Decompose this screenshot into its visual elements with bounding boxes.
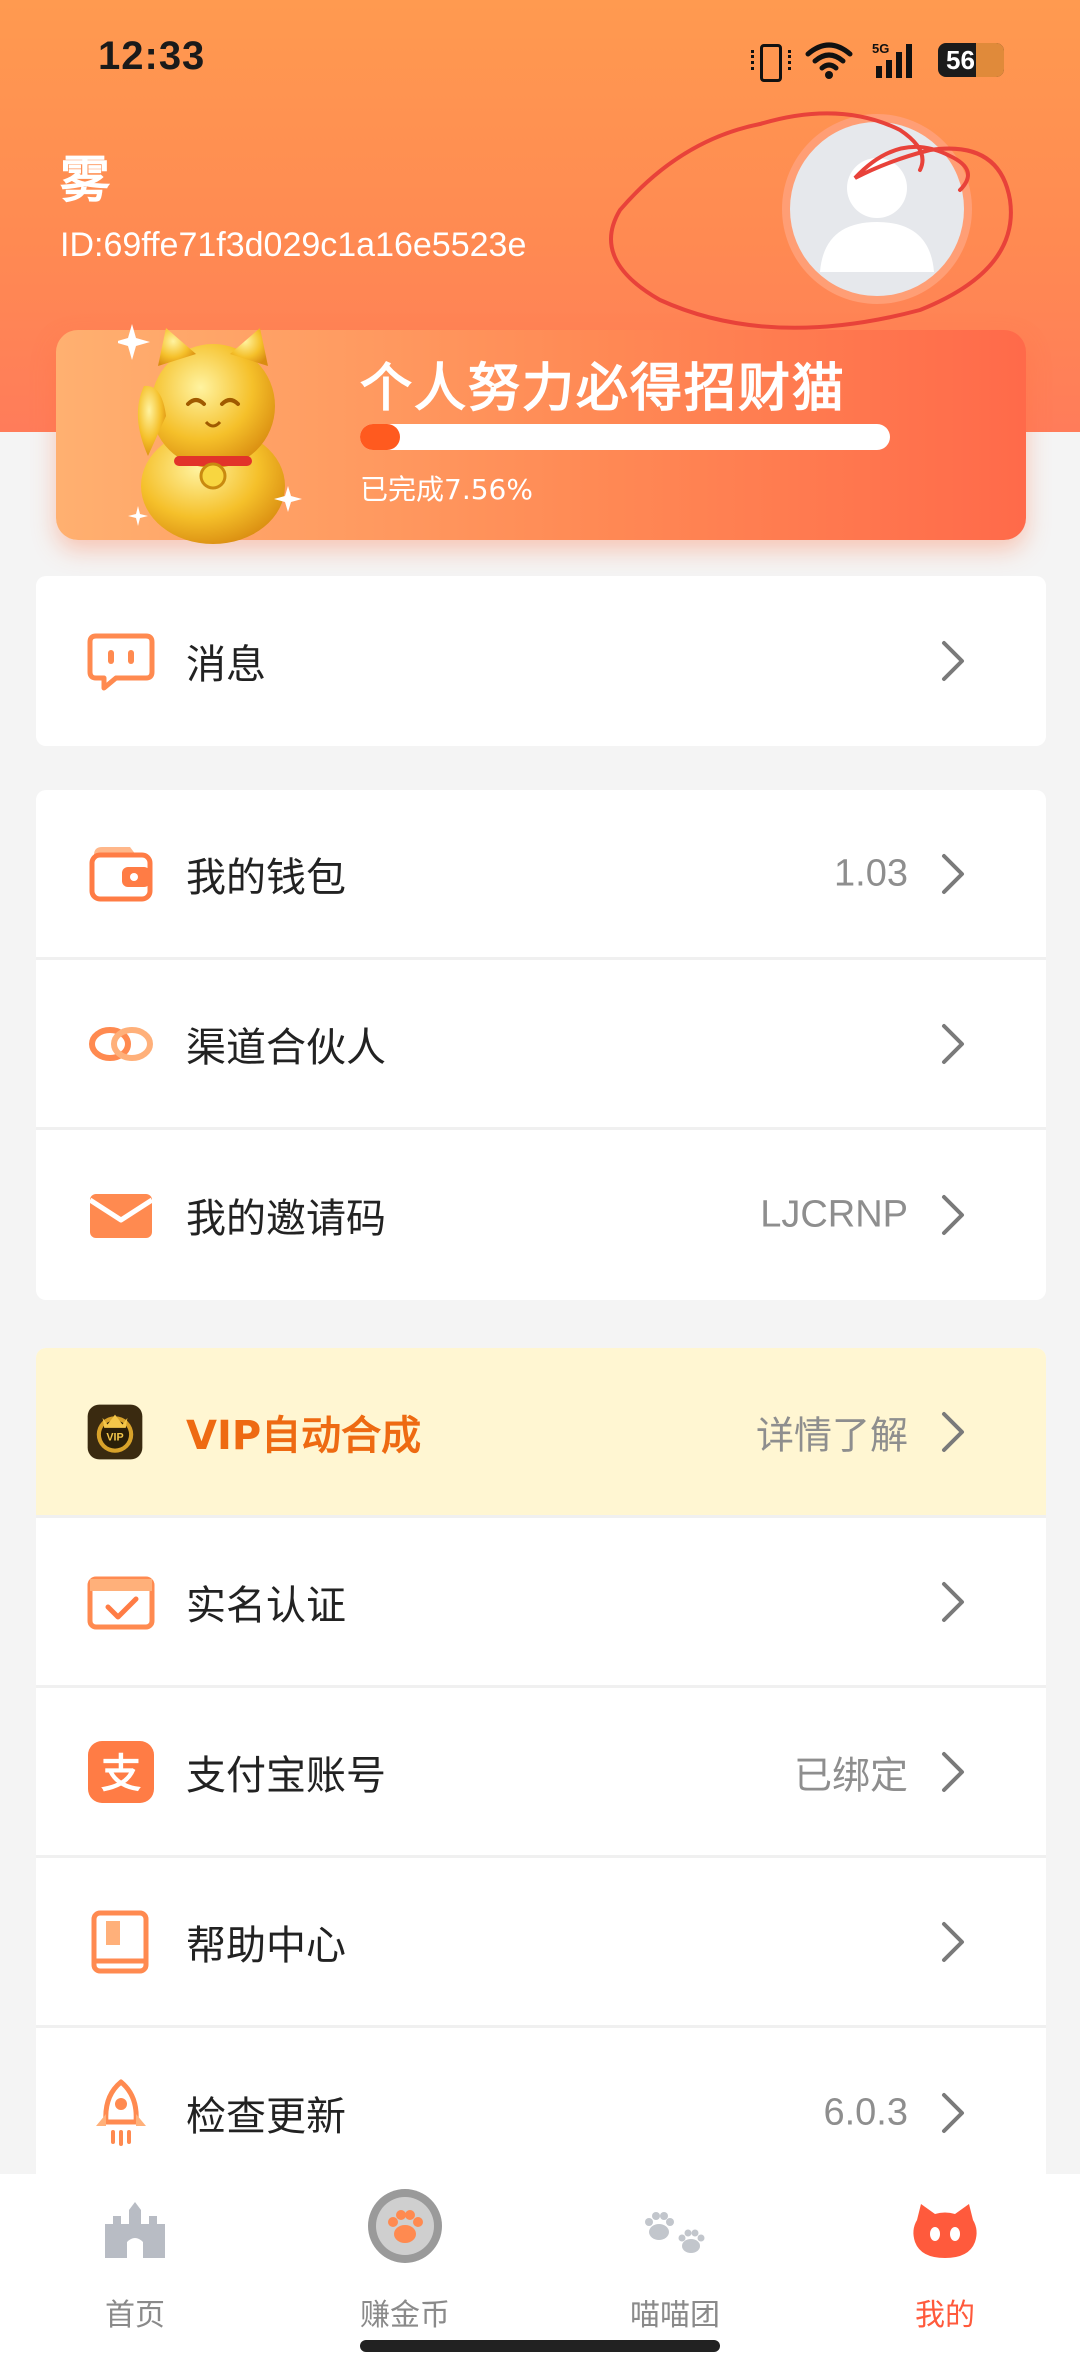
chevron-right-icon (942, 1921, 964, 1962)
alipay-label: 支付宝账号 (186, 1752, 386, 1799)
chevron-right-icon (942, 1195, 964, 1235)
vip-crown-icon: VIP (87, 1404, 143, 1459)
paws-icon (645, 2212, 705, 2253)
book-icon (91, 1910, 149, 1973)
real-name-row[interactable]: 实名认证 (36, 1518, 1046, 1688)
tab-mine-label: 我的 (915, 2298, 975, 2333)
rocket-icon (96, 2079, 146, 2146)
partner-label: 渠道合伙人 (186, 1024, 386, 1071)
castle-icon (105, 2202, 165, 2258)
update-row[interactable]: 检查更新 6.0.3 (36, 2028, 1046, 2198)
cellular-signal-icon: 5G (872, 40, 920, 80)
message-icon (87, 633, 155, 691)
help-row[interactable]: 帮助中心 (36, 1858, 1046, 2028)
wallet-icon (89, 846, 153, 901)
wallet-row[interactable]: 我的钱包 1.03 (36, 790, 1046, 960)
account-card: 我的钱包 1.03 渠道合伙人 我的邀请码 LJCRNP (36, 790, 1046, 1300)
partner-row[interactable]: 渠道合伙人 (36, 960, 1046, 1130)
home-indicator[interactable] (360, 2340, 720, 2352)
real-name-label: 实名认证 (186, 1582, 346, 1629)
chevron-right-icon (942, 641, 964, 681)
messages-label: 消息 (186, 642, 266, 688)
battery-level: 56 (946, 45, 975, 75)
wifi-icon (804, 40, 854, 80)
cat-face-icon (913, 2204, 977, 2258)
banner-title: 个人努力必得招财猫 (360, 359, 847, 419)
default-avatar-icon (790, 122, 964, 296)
wallet-balance: 1.03 (834, 852, 908, 894)
invite-code-label: 我的邀请码 (186, 1196, 386, 1242)
progress-fill (360, 424, 401, 450)
tab-earn-coins-label: 赚金币 (360, 2298, 450, 2333)
paw-coin-icon (368, 2189, 442, 2263)
tab-home-label: 首页 (105, 2298, 165, 2333)
invite-code-value: LJCRNP (760, 1193, 908, 1236)
chevron-right-icon (942, 1581, 964, 1622)
lucky-cat-icon (118, 324, 302, 544)
envelope-icon (88, 1194, 154, 1238)
progress-text: 已完成7.56% (360, 473, 533, 506)
status-time: 12:33 (98, 34, 206, 78)
network-type-label: 5G (872, 41, 889, 56)
svg-text:VIP: VIP (106, 1431, 123, 1443)
messages-card: 消息 (36, 576, 1046, 746)
wallet-label: 我的钱包 (186, 854, 346, 901)
verified-card-icon (87, 1576, 155, 1629)
user-id[interactable]: ID:69ffe71f3d029c1a16e5523e (60, 226, 526, 265)
tab-home[interactable]: 首页 (0, 2174, 270, 2374)
vip-label: VIP自动合成 (186, 1412, 422, 1459)
progress-bar (360, 424, 890, 450)
alipay-row[interactable]: 支 支付宝账号 已绑定 (36, 1688, 1046, 1858)
invite-code-row[interactable]: 我的邀请码 LJCRNP (36, 1130, 1046, 1300)
user-name: 雾 (60, 151, 110, 209)
tab-cat-group-label: 喵喵团 (630, 2298, 720, 2333)
update-label: 检查更新 (186, 2094, 346, 2140)
chevron-right-icon (942, 2093, 964, 2133)
status-icons: 5G 56 (750, 40, 1004, 82)
chevron-right-icon (942, 1751, 964, 1792)
alipay-icon: 支 (88, 1740, 154, 1803)
vip-details-link[interactable]: 详情了解 (756, 1404, 908, 1459)
vibrate-icon (750, 42, 791, 82)
help-label: 帮助中心 (186, 1922, 346, 1969)
battery-icon: 56 (938, 43, 1004, 77)
alipay-status: 已绑定 (793, 1755, 908, 1797)
link-icon (89, 1026, 153, 1061)
app-version: 6.0.3 (823, 2091, 908, 2134)
settings-card: VIP VIP自动合成 详情了解 实名认证 支 支付宝账号 已绑定 帮助中心 检… (36, 1348, 1046, 2198)
chevron-right-icon (942, 1023, 964, 1064)
chevron-right-icon (942, 853, 964, 894)
chevron-right-icon (942, 1411, 964, 1452)
svg-text:支: 支 (101, 1751, 141, 1797)
messages-row[interactable]: 消息 (36, 576, 1046, 746)
vip-row[interactable]: VIP VIP自动合成 详情了解 (36, 1348, 1046, 1518)
avatar[interactable] (782, 114, 972, 304)
tab-mine[interactable]: 我的 (810, 2174, 1080, 2374)
